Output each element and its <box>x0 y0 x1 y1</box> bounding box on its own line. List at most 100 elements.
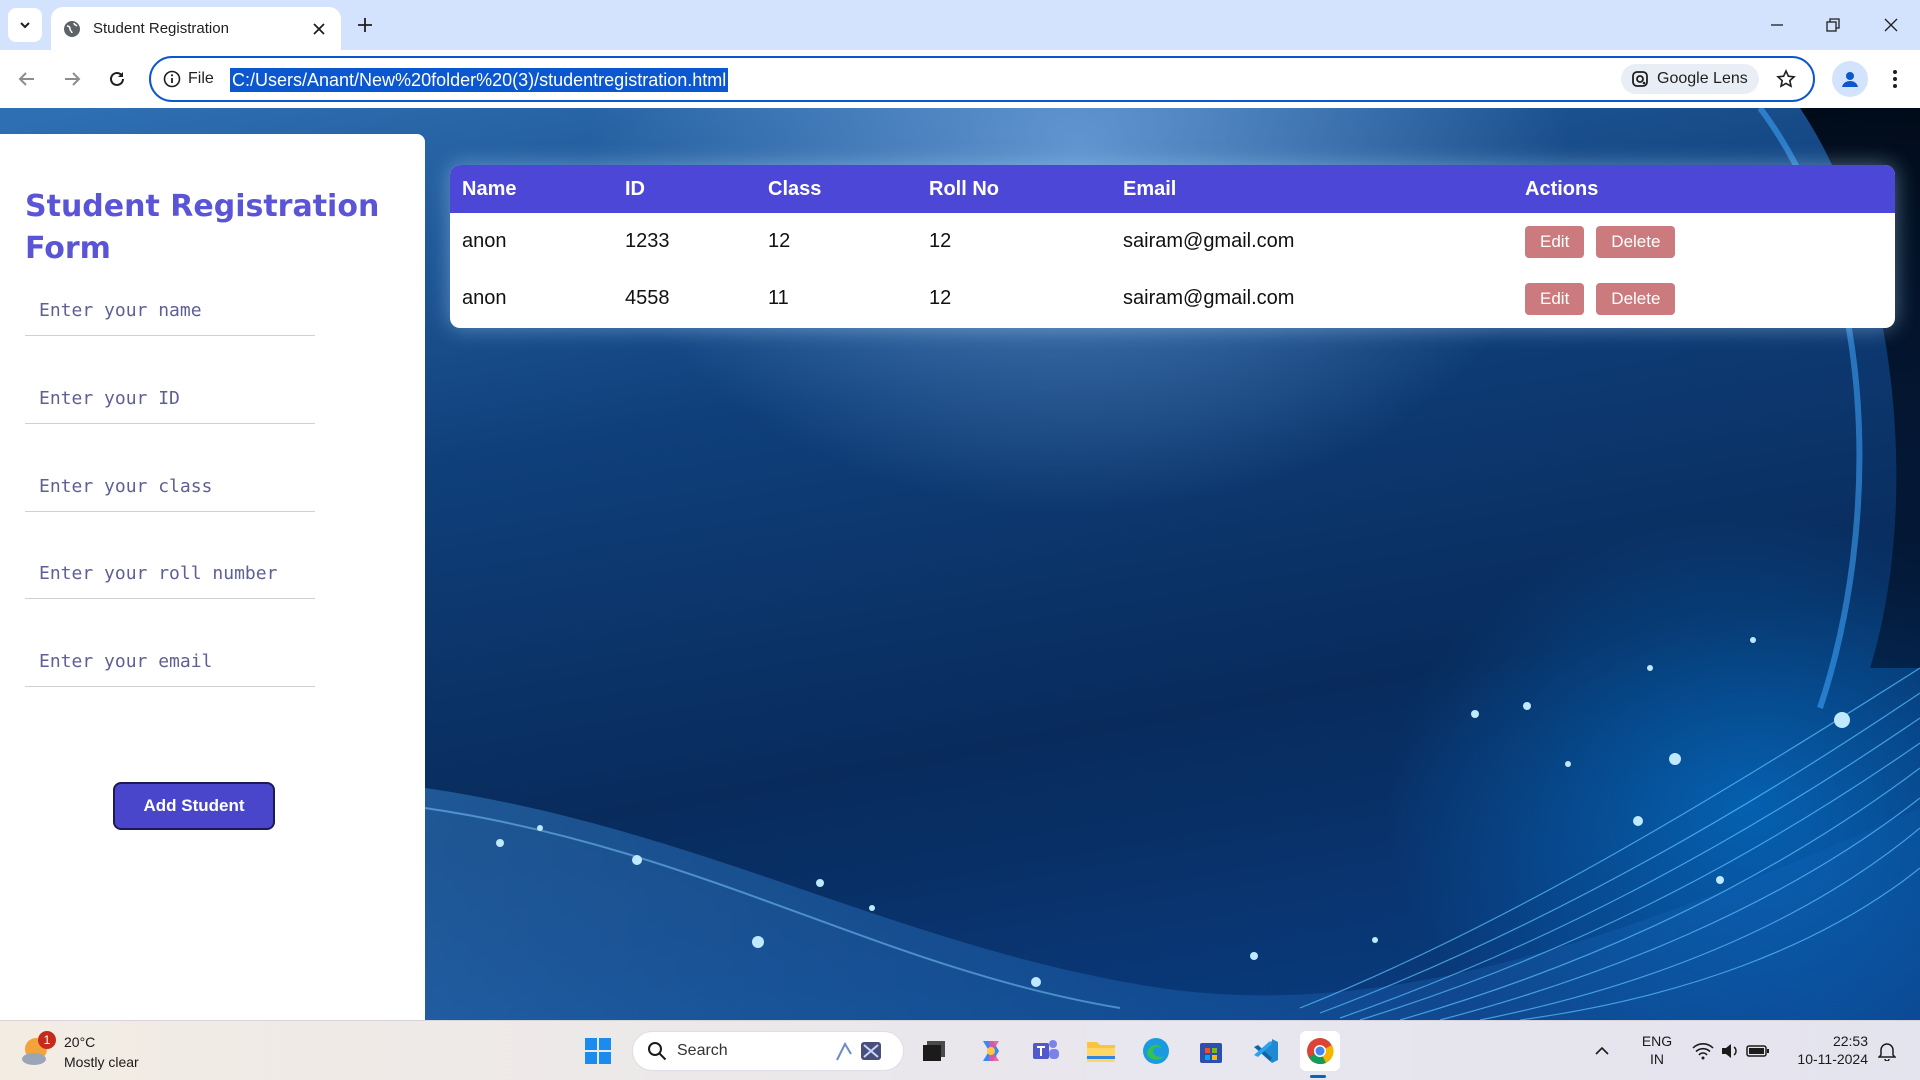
store-icon <box>1200 1043 1222 1063</box>
cell-roll: 12 <box>929 230 952 252</box>
tab-title: Student Registration <box>93 20 229 37</box>
cell-actions: Edit Delete <box>1513 213 1895 270</box>
browser-toolbar: File C:/Users/Anant/New%20folder%20(3)/s… <box>0 50 1920 108</box>
cell-email: sairam@gmail.com <box>1123 287 1295 309</box>
header-email: Email <box>1123 177 1177 200</box>
active-app-indicator <box>1310 1075 1326 1078</box>
header-class: Class <box>768 177 822 200</box>
edit-button[interactable]: Edit <box>1525 225 1585 258</box>
close-tab-icon[interactable] <box>309 19 329 39</box>
email-field <box>25 637 315 687</box>
store-button[interactable] <box>1191 1031 1231 1071</box>
copilot-icon <box>983 1041 999 1061</box>
class-field <box>25 462 315 512</box>
cell-class: 11 <box>768 287 789 309</box>
teams-icon <box>1033 1040 1059 1059</box>
reload-icon <box>110 71 124 86</box>
edge-icon <box>1143 1038 1169 1064</box>
language-code: ENG <box>1641 1033 1673 1049</box>
site-info-label: File <box>188 70 214 87</box>
windows-taskbar: 1 20°C Mostly clear Search ENG IN 22:53 … <box>0 1020 1920 1080</box>
form-title: Student Registration Form <box>25 189 380 266</box>
delete-button[interactable]: Delete <box>1596 225 1676 258</box>
show-hidden-icons-button[interactable] <box>1582 1031 1622 1071</box>
tab-search-button[interactable] <box>8 8 42 42</box>
table-header-row: Name ID Class Roll No Email Actions <box>450 165 1895 213</box>
google-lens-label: Google Lens <box>1657 70 1748 87</box>
vscode-icon <box>1254 1039 1278 1063</box>
close-icon <box>1884 18 1898 32</box>
copilot-button[interactable] <box>971 1031 1011 1071</box>
students-table: Name ID Class Roll No Email Actions anon… <box>450 165 1895 327</box>
delete-button[interactable]: Delete <box>1596 282 1676 315</box>
system-clock[interactable]: 22:53 10-11-2024 <box>1778 1032 1868 1068</box>
folder-icon <box>1087 1042 1115 1062</box>
cell-class: 12 <box>768 230 791 252</box>
profile-button[interactable] <box>1832 61 1868 97</box>
file-explorer-button[interactable] <box>1081 1031 1121 1071</box>
address-bar[interactable]: File C:/Users/Anant/New%20folder%20(3)/s… <box>149 56 1815 102</box>
bookmark-button[interactable] <box>1773 66 1799 92</box>
header-id: ID <box>625 177 645 200</box>
back-button[interactable] <box>10 62 44 96</box>
edit-button[interactable]: Edit <box>1525 282 1585 315</box>
start-button[interactable] <box>578 1031 618 1071</box>
weather-temperature: 20°C <box>64 1034 96 1050</box>
vscode-button[interactable] <box>1246 1031 1286 1071</box>
site-info-button[interactable]: File <box>163 67 214 91</box>
add-student-button[interactable]: Add Student <box>113 782 275 830</box>
new-tab-button[interactable] <box>352 12 378 38</box>
person-icon <box>1842 72 1858 87</box>
id-field <box>25 374 315 424</box>
star-icon <box>1776 69 1796 88</box>
email-input[interactable] <box>25 637 315 686</box>
taskbar-search-box[interactable]: Search <box>632 1031 904 1071</box>
edge-button[interactable] <box>1136 1031 1176 1071</box>
reload-button[interactable] <box>100 62 134 96</box>
clock-date: 10-11-2024 <box>1797 1051 1868 1067</box>
task-view-icon <box>923 1041 945 1061</box>
notifications-button[interactable] <box>1872 1031 1902 1071</box>
cell-name: anon <box>462 287 507 309</box>
registration-form-panel: Student Registration Form Add Student <box>0 134 425 1020</box>
header-actions: Actions <box>1525 177 1599 200</box>
weather-condition: Mostly clear <box>64 1054 139 1070</box>
url-text[interactable]: C:/Users/Anant/New%20folder%20(3)/studen… <box>230 68 729 92</box>
chrome-icon <box>1307 1038 1334 1065</box>
roll-number-field <box>25 549 315 599</box>
windows-logo-icon <box>585 1038 611 1064</box>
battery-icon <box>1746 1045 1769 1057</box>
browser-menu-button[interactable] <box>1880 63 1910 95</box>
clock-time: 22:53 <box>1832 1033 1868 1049</box>
weather-alert-badge: 1 <box>38 1031 56 1049</box>
language-region: IN <box>1650 1051 1664 1067</box>
globe-icon <box>63 20 81 38</box>
arrow-left-icon <box>18 72 34 86</box>
chrome-button[interactable] <box>1300 1031 1340 1071</box>
class-input[interactable] <box>25 462 315 511</box>
weather-widget[interactable]: 1 20°C Mostly clear <box>20 1029 170 1073</box>
header-name: Name <box>462 177 517 200</box>
chevron-down-icon <box>20 22 30 29</box>
lens-icon <box>1632 71 1648 87</box>
name-input[interactable] <box>25 286 315 335</box>
students-table-container: Name ID Class Roll No Email Actions anon… <box>450 165 1895 328</box>
id-input[interactable] <box>25 374 315 423</box>
forward-button[interactable] <box>55 62 89 96</box>
roll-number-input[interactable] <box>25 549 315 598</box>
chevron-up-icon <box>1595 1046 1609 1055</box>
browser-tab[interactable]: Student Registration <box>51 7 341 50</box>
header-roll-no: Roll No <box>929 177 999 200</box>
close-window-button[interactable] <box>1876 10 1906 40</box>
info-icon <box>163 70 181 88</box>
language-indicator[interactable]: ENG IN <box>1637 1032 1677 1068</box>
restore-button[interactable] <box>1818 10 1848 40</box>
minimize-button[interactable] <box>1762 10 1792 40</box>
cell-actions: Edit Delete <box>1513 270 1895 327</box>
name-field <box>25 286 315 336</box>
arrow-right-icon <box>65 72 81 86</box>
google-lens-button[interactable]: Google Lens <box>1621 64 1759 94</box>
teams-button[interactable] <box>1026 1031 1066 1071</box>
quick-settings-button[interactable] <box>1686 1031 1776 1071</box>
task-view-button[interactable] <box>914 1031 954 1071</box>
